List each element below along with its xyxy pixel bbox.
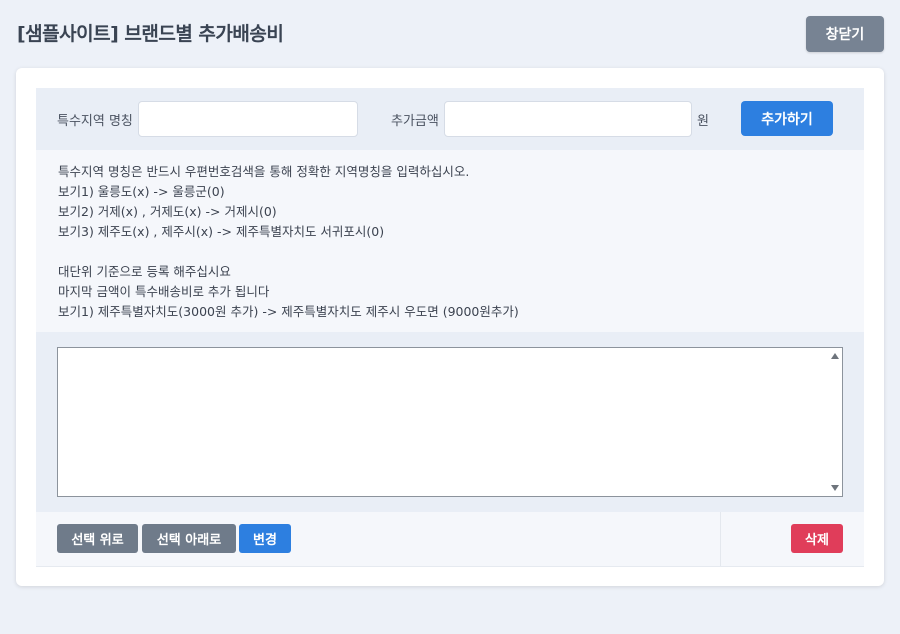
scroll-up-arrow-icon[interactable] [831, 353, 839, 359]
extra-amount-input[interactable] [444, 101, 692, 137]
close-window-button[interactable]: 창닫기 [806, 16, 884, 52]
help-line: 보기3) 제주도(x) , 제주시(x) -> 제주특별자치도 서귀포시(0) [58, 224, 385, 239]
help-line: 보기1) 제주특별자치도(3000원 추가) -> 제주특별자치도 제주시 우도… [58, 304, 519, 319]
scroll-down-arrow-icon[interactable] [831, 485, 839, 491]
move-down-button[interactable]: 선택 아래로 [142, 524, 236, 553]
edit-button[interactable]: 변경 [239, 524, 291, 553]
extra-amount-label: 추가금액 [391, 114, 439, 129]
region-list-area [36, 332, 864, 512]
region-name-label: 특수지역 명칭 [57, 114, 133, 129]
delete-button[interactable]: 삭제 [791, 524, 843, 553]
help-line [58, 242, 842, 262]
settings-card: 특수지역 명칭 추가금액 원 추가하기 특수지역 명칭은 반드시 우편번호검색을… [16, 68, 884, 586]
list-action-bar: 선택 위로 선택 아래로 변경 삭제 [36, 512, 864, 567]
currency-unit-label: 원 [697, 114, 709, 129]
add-button[interactable]: 추가하기 [741, 101, 833, 136]
region-name-input[interactable] [138, 101, 358, 137]
help-line: 보기2) 거제(x) , 거제도(x) -> 거제시(0) [58, 204, 277, 219]
divider [720, 512, 721, 566]
help-text: 특수지역 명칭은 반드시 우편번호검색을 통해 정확한 지역명칭을 입력하십시오… [36, 150, 864, 332]
help-line: 보기1) 울릉도(x) -> 울릉군(0) [58, 184, 225, 199]
help-line: 대단위 기준으로 등록 해주십시요 [58, 264, 231, 279]
help-line: 마지막 금액이 특수배송비로 추가 됩니다 [58, 284, 270, 299]
region-listbox[interactable] [57, 347, 843, 497]
help-line: 특수지역 명칭은 반드시 우편번호검색을 통해 정확한 지역명칭을 입력하십시오… [58, 164, 470, 179]
page-title: [샘플사이트] 브랜드별 추가배송비 [17, 23, 284, 45]
move-up-button[interactable]: 선택 위로 [57, 524, 138, 553]
add-region-form: 특수지역 명칭 추가금액 원 추가하기 [36, 88, 864, 150]
